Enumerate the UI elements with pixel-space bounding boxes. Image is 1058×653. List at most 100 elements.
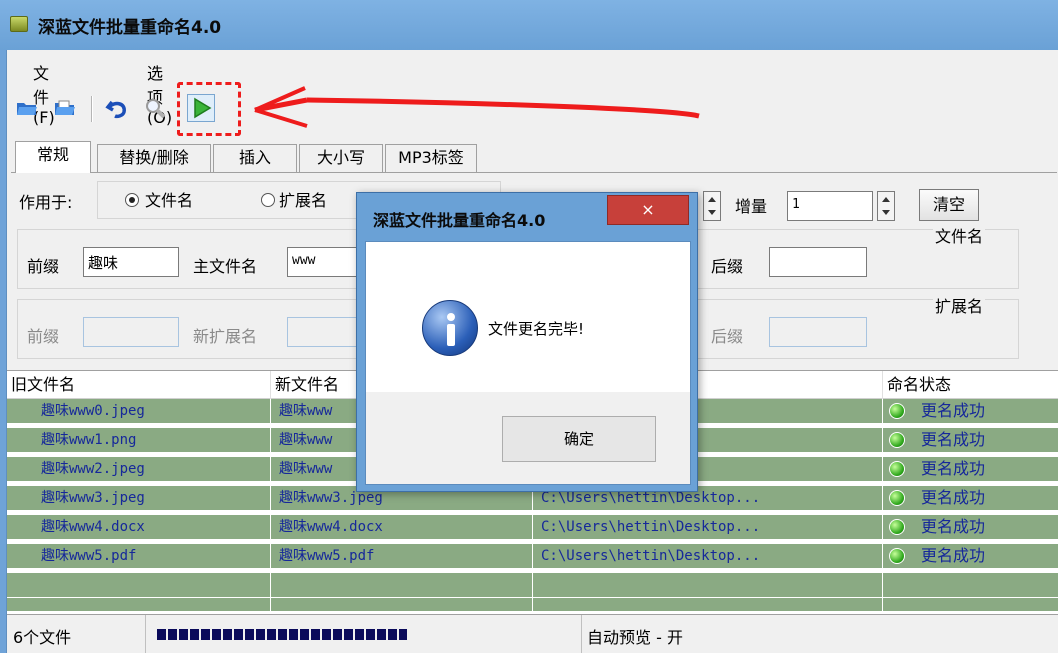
ext-suffix-label: 后缀 — [711, 327, 744, 346]
dialog-close-button[interactable]: × — [607, 195, 689, 225]
cell-text: 趣味www5.pdf — [41, 548, 137, 564]
undo-icon — [105, 100, 126, 119]
status-ok-icon — [889, 519, 905, 535]
main-name-input[interactable]: www — [287, 247, 367, 277]
radio-extension-label: 扩展名 — [279, 191, 328, 210]
table-row-empty — [7, 598, 1058, 612]
cell-text: 趣味www4.docx — [279, 519, 383, 535]
cell-old: 趣味www0.jpeg — [7, 399, 271, 424]
add-files-button[interactable] — [51, 94, 79, 122]
cell-text: 更名成功 — [921, 488, 986, 507]
annotation-arrow — [254, 86, 700, 128]
status-ok-icon — [889, 432, 905, 448]
col-old-filename[interactable]: 旧文件名 — [7, 371, 271, 399]
cell-old: 趣味www1.png — [7, 428, 271, 453]
dialog-message: 文件更名完毕! — [488, 320, 585, 338]
cell-new: 趣味www4.docx — [271, 515, 533, 540]
cell-text: 趣味www3.jpeg — [41, 490, 145, 506]
dialog-body: 文件更名完毕! 确定 — [365, 241, 691, 485]
cell-status: 更名成功 — [883, 428, 1058, 453]
radio-extension[interactable] — [261, 193, 275, 207]
cell-text: C:\Users\hettin\Desktop... — [541, 519, 761, 535]
title-bar: 深蓝文件批量重命名4.0 — [0, 0, 1058, 50]
cell-text: C:\Users\hettin\Desktop... — [541, 490, 761, 506]
start-spinner[interactable] — [703, 191, 721, 221]
table-row[interactable]: 趣味www5.pdf 趣味www5.pdf C:\Users\hettin\Desk… — [7, 544, 1058, 569]
cell-path: C:\Users\hettin\Desktop... — [533, 515, 883, 540]
window-title: 深蓝文件批量重命名4.0 — [38, 18, 222, 38]
main-name-label: 主文件名 — [193, 257, 258, 276]
radio-filename[interactable] — [125, 193, 139, 207]
prefix-label: 前缀 — [27, 257, 60, 276]
tab-general[interactable]: 常规 — [15, 141, 91, 173]
cell-text: 趣味www5.pdf — [279, 548, 375, 564]
undo-button[interactable] — [103, 94, 131, 122]
cell-text: 更名成功 — [921, 546, 986, 565]
table-row[interactable]: 趣味www4.docx 趣味www4.docx C:\Users\hettin\De… — [7, 515, 1058, 540]
tab-mp3-tags[interactable]: MP3标签 — [385, 144, 477, 172]
preview-button[interactable] — [141, 94, 169, 122]
magnifier-icon — [146, 99, 166, 119]
dialog-title: 深蓝文件批量重命名4.0 — [373, 211, 546, 230]
status-ok-icon — [889, 548, 905, 564]
status-ok-icon — [889, 403, 905, 419]
cell-text: 趣味www — [279, 461, 333, 477]
cell-path: C:\Users\hettin\Desktop... — [533, 544, 883, 569]
cell-text: 趣味www2.jpeg — [41, 461, 145, 477]
cell-text: 趣味www — [279, 403, 333, 419]
filename-group-title: 文件名 — [933, 223, 986, 247]
cell-text: C:\Users\hettin\Desktop... — [541, 548, 761, 564]
message-dialog: 深蓝文件批量重命名4.0 × 文件更名完毕! 确定 — [356, 192, 698, 492]
cell-text: 趣味www — [279, 432, 333, 448]
suffix-input[interactable] — [769, 247, 867, 277]
ext-prefix-input[interactable] — [83, 317, 179, 347]
cell-old: 趣味www2.jpeg — [7, 457, 271, 482]
extension-group-title: 扩展名 — [933, 293, 986, 317]
cell-status: 更名成功 — [883, 486, 1058, 511]
tab-case[interactable]: 大小写 — [299, 144, 383, 172]
cell-text: 更名成功 — [921, 517, 986, 536]
ext-suffix-input[interactable] — [769, 317, 867, 347]
open-folder-button[interactable] — [13, 94, 41, 122]
annotation-highlight-box — [177, 82, 241, 136]
tab-insert[interactable]: 插入 — [213, 144, 297, 172]
increment-label: 增量 — [735, 197, 768, 216]
open-folder-icon — [17, 103, 37, 115]
cell-text: 趣味www3.jpeg — [279, 490, 383, 506]
cell-status: 更名成功 — [883, 399, 1058, 424]
info-icon — [422, 300, 478, 356]
prefix-input[interactable]: 趣味 — [83, 247, 179, 277]
new-ext-label: 新扩展名 — [193, 327, 258, 346]
cell-status: 更名成功 — [883, 544, 1058, 569]
increment-spinner[interactable] — [877, 191, 895, 221]
dialog-footer: 确定 — [366, 392, 690, 484]
toolbar-separator — [91, 96, 93, 122]
cell-status: 更名成功 — [883, 457, 1058, 482]
cell-text: 趣味www1.png — [41, 432, 137, 448]
tab-replace-delete[interactable]: 替换/删除 — [97, 144, 211, 172]
cell-new: 趣味www5.pdf — [271, 544, 533, 569]
status-ok-icon — [889, 461, 905, 477]
new-ext-input[interactable] — [287, 317, 367, 347]
increment-input[interactable]: 1 — [787, 191, 873, 221]
auto-preview-status: 自动预览 - 开 — [587, 628, 683, 647]
cell-status: 更名成功 — [883, 515, 1058, 540]
col-status[interactable]: 命名状态 — [883, 371, 1058, 399]
ext-prefix-label: 前缀 — [27, 327, 60, 346]
status-ok-icon — [889, 490, 905, 506]
ok-button[interactable]: 确定 — [502, 416, 656, 462]
radio-filename-label: 文件名 — [145, 191, 194, 210]
folder-files-icon — [55, 100, 75, 115]
cell-text: 更名成功 — [921, 459, 986, 478]
cell-text: 趣味www0.jpeg — [41, 403, 145, 419]
cell-text: 更名成功 — [921, 401, 986, 420]
cell-old: 趣味www3.jpeg — [7, 486, 271, 511]
cell-old: 趣味www5.pdf — [7, 544, 271, 569]
suffix-label: 后缀 — [711, 257, 744, 276]
clear-button[interactable]: 清空 — [919, 189, 979, 221]
cell-text: 趣味www4.docx — [41, 519, 145, 535]
apply-to-label: 作用于: — [19, 193, 73, 212]
cell-text: 更名成功 — [921, 430, 986, 449]
close-icon: × — [641, 200, 655, 219]
table-row-empty — [7, 573, 1058, 598]
